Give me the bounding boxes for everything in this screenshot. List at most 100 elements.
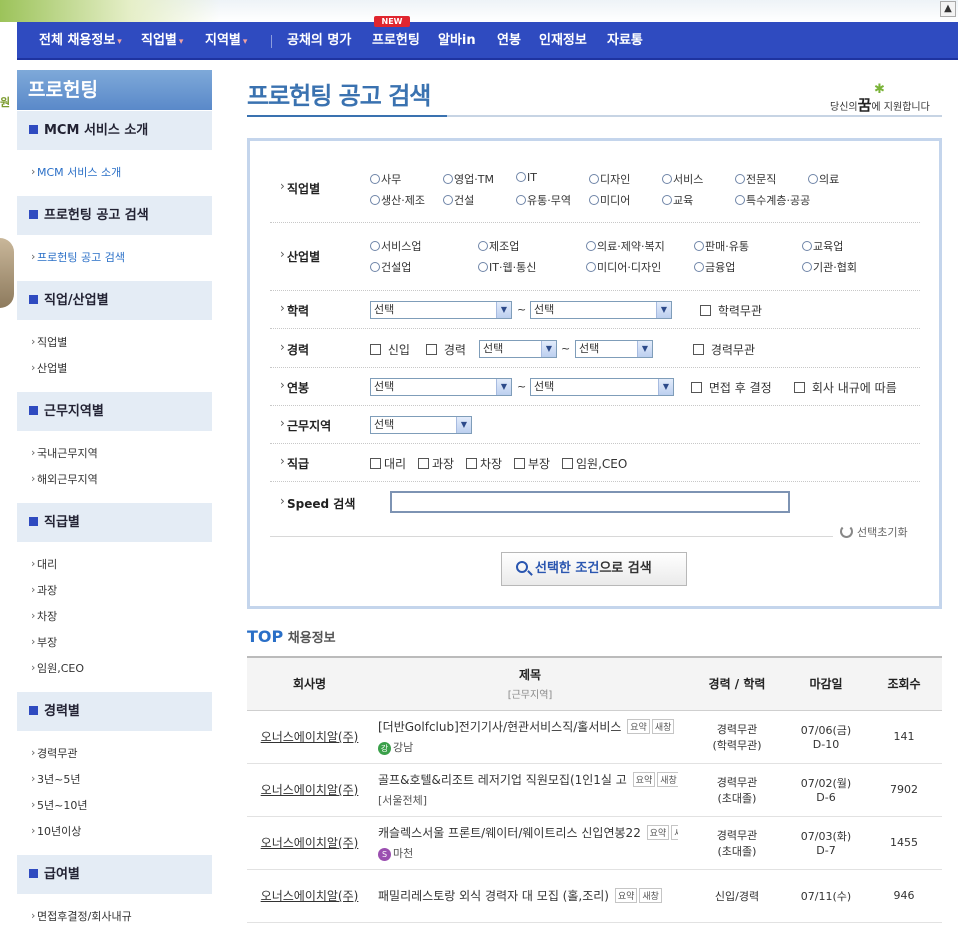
industry-option[interactable]: 미디어·디자인 [586,259,661,275]
nav-resources[interactable]: 자료통 [607,22,643,60]
job-title[interactable]: 캐슬렉스서울 프론트/웨이터/웨이트리스 신입연봉22 요약새창 [378,824,678,841]
sidebar-item-career[interactable]: 10년이상 [17,819,212,845]
radio-button[interactable] [586,262,596,272]
sidebar-item-rank[interactable]: 대리 [17,552,212,578]
job-title[interactable]: [더반Golfclub]전기기사/현관서비스직/홀서비스 요약 새창 [378,718,678,735]
nav-all-jobs[interactable]: 전체 채용정보 ▾ [39,22,122,60]
sidebar-item-overseas[interactable]: 해외근무지역 [17,467,212,493]
rank-checkbox[interactable]: 대리 [370,455,406,472]
radio-button[interactable] [478,262,488,272]
sidebar-item-by-job[interactable]: 직업별 [17,330,212,356]
nav-albain[interactable]: 알바in [438,22,476,60]
sidebar-item-rank[interactable]: 부장 [17,630,212,656]
checkbox[interactable] [370,458,381,469]
checkbox[interactable] [466,458,477,469]
rank-checkbox[interactable]: 임원,CEO [562,455,627,472]
region-select[interactable]: 선택 ▼ [370,416,472,434]
checkbox[interactable] [700,305,711,316]
job-option[interactable]: 서비스 [662,171,703,187]
sidebar-item-salary[interactable]: 면접후결정/회사내규 [17,904,212,930]
job-title-cell[interactable]: [더반Golfclub]전기기사/현관서비스직/홀서비스 요약 새창 강 강남 [372,710,688,764]
radio-button[interactable] [370,195,380,205]
edu-from-select[interactable]: 선택 ▼ [370,301,512,319]
summary-tag[interactable]: 요약 [632,772,656,787]
salary-company-checkbox[interactable]: 회사 내규에 따름 [794,379,897,396]
checkbox[interactable] [794,382,805,393]
sidebar-item-mcm[interactable]: MCM 서비스 소개 [17,160,212,186]
radio-button[interactable] [443,174,453,184]
job-option[interactable]: 교육 [662,192,693,208]
checkbox[interactable] [426,344,437,355]
job-option[interactable]: 생산·제조 [370,192,425,208]
nav-prohunting[interactable]: 프로헌팅 [372,22,420,60]
job-option[interactable]: 유통·무역 [516,192,571,208]
sidebar-item-rank[interactable]: 과장 [17,578,212,604]
industry-option[interactable]: 제조업 [478,238,519,254]
career-any-checkbox[interactable]: 경력무관 [693,341,755,358]
salary-from-select[interactable]: 선택 ▼ [370,378,512,396]
radio-button[interactable] [370,262,380,272]
salary-interview-checkbox[interactable]: 면접 후 결정 [691,379,772,396]
job-option[interactable]: 디자인 [589,171,630,187]
radio-button[interactable] [370,174,380,184]
rank-checkbox[interactable]: 과장 [418,455,454,472]
career-exp-checkbox[interactable]: 경력 [426,341,466,358]
nav-public-hire[interactable]: 공채의 명가 [287,22,351,60]
radio-button[interactable] [589,174,599,184]
career-to-select[interactable]: 선택 ▼ [575,340,653,358]
company-link[interactable]: 오너스에이치알(주) [247,763,372,817]
sidebar-head-search[interactable]: 프로헌팅 공고 검색 [17,195,212,235]
sidebar-head-rank[interactable]: 직급별 [17,502,212,542]
reset-button[interactable]: 선택초기화 [840,524,908,540]
job-option[interactable]: 특수계층·공공 [735,192,810,208]
checkbox[interactable] [370,344,381,355]
radio-button[interactable] [478,241,488,251]
table-row[interactable]: 오너스에이치알(주) [더반Golfclub]전기기사/현관서비스직/홀서비스 요… [247,710,942,764]
industry-option[interactable]: 기관·협회 [802,259,857,275]
new-window-tag[interactable]: 새창 [657,772,678,787]
radio-button[interactable] [589,195,599,205]
nav-talent[interactable]: 인재정보 [539,22,587,60]
radio-button[interactable] [516,172,526,182]
radio-button[interactable] [808,174,818,184]
sidebar-head-salary[interactable]: 급여별 [17,854,212,894]
sidebar-item-career[interactable]: 5년~10년 [17,793,212,819]
summary-tag[interactable]: 요약 [646,825,670,840]
industry-option[interactable]: IT·웹·통신 [478,259,536,275]
salary-to-select[interactable]: 선택 ▼ [530,378,674,396]
sidebar-item-rank[interactable]: 임원,CEO [17,656,212,682]
radio-button[interactable] [694,241,704,251]
job-option[interactable]: IT [516,171,537,184]
sidebar-item-career[interactable]: 경력무관 [17,741,212,767]
table-row[interactable]: 오너스에이치알(주) 캐슬렉스서울 프론트/웨이터/웨이트리스 신입연봉22 요약… [247,816,942,870]
radio-button[interactable] [443,195,453,205]
sidebar-head-mcm[interactable]: MCM 서비스 소개 [17,110,212,150]
industry-option[interactable]: 의료·제약·복지 [586,238,665,254]
job-option[interactable]: 사무 [370,171,401,187]
rank-checkbox[interactable]: 차장 [466,455,502,472]
sidebar-item-rank[interactable]: 차장 [17,604,212,630]
sidebar-head-region[interactable]: 근무지역별 [17,391,212,431]
radio-button[interactable] [662,195,672,205]
industry-option[interactable]: 교육업 [802,238,843,254]
new-window-tag[interactable]: 새창 [671,825,678,840]
radio-button[interactable] [802,262,812,272]
job-title-cell[interactable]: 캐슬렉스서울 프론트/웨이터/웨이트리스 신입연봉22 요약새창 S마천 [372,816,688,870]
career-from-select[interactable]: 선택 ▼ [479,340,557,358]
speed-search-input[interactable] [390,491,790,513]
table-row[interactable]: 오너스에이치알(주) 골프&호텔&리조트 레저기업 직원모집(1인1실 고 요약 새… [247,763,942,817]
job-title[interactable]: 골프&호텔&리조트 레저기업 직원모집(1인1실 고 요약 새창 [378,771,678,788]
radio-button[interactable] [586,241,596,251]
sidebar-item-by-industry[interactable]: 산업별 [17,356,212,382]
edu-to-select[interactable]: 선택 ▼ [530,301,672,319]
edu-any-checkbox[interactable]: 학력무관 [700,302,762,319]
job-option[interactable]: 의료 [808,171,839,187]
checkbox[interactable] [693,344,704,355]
nav-by-job[interactable]: 직업별 ▾ [141,22,183,60]
radio-button[interactable] [735,174,745,184]
search-submit-button[interactable]: 선택한 조건으로 검색 [501,552,687,586]
radio-button[interactable] [694,262,704,272]
job-option[interactable]: 건설 [443,192,474,208]
company-link[interactable]: 오너스에이치알(주) [247,816,372,870]
checkbox[interactable] [691,382,702,393]
